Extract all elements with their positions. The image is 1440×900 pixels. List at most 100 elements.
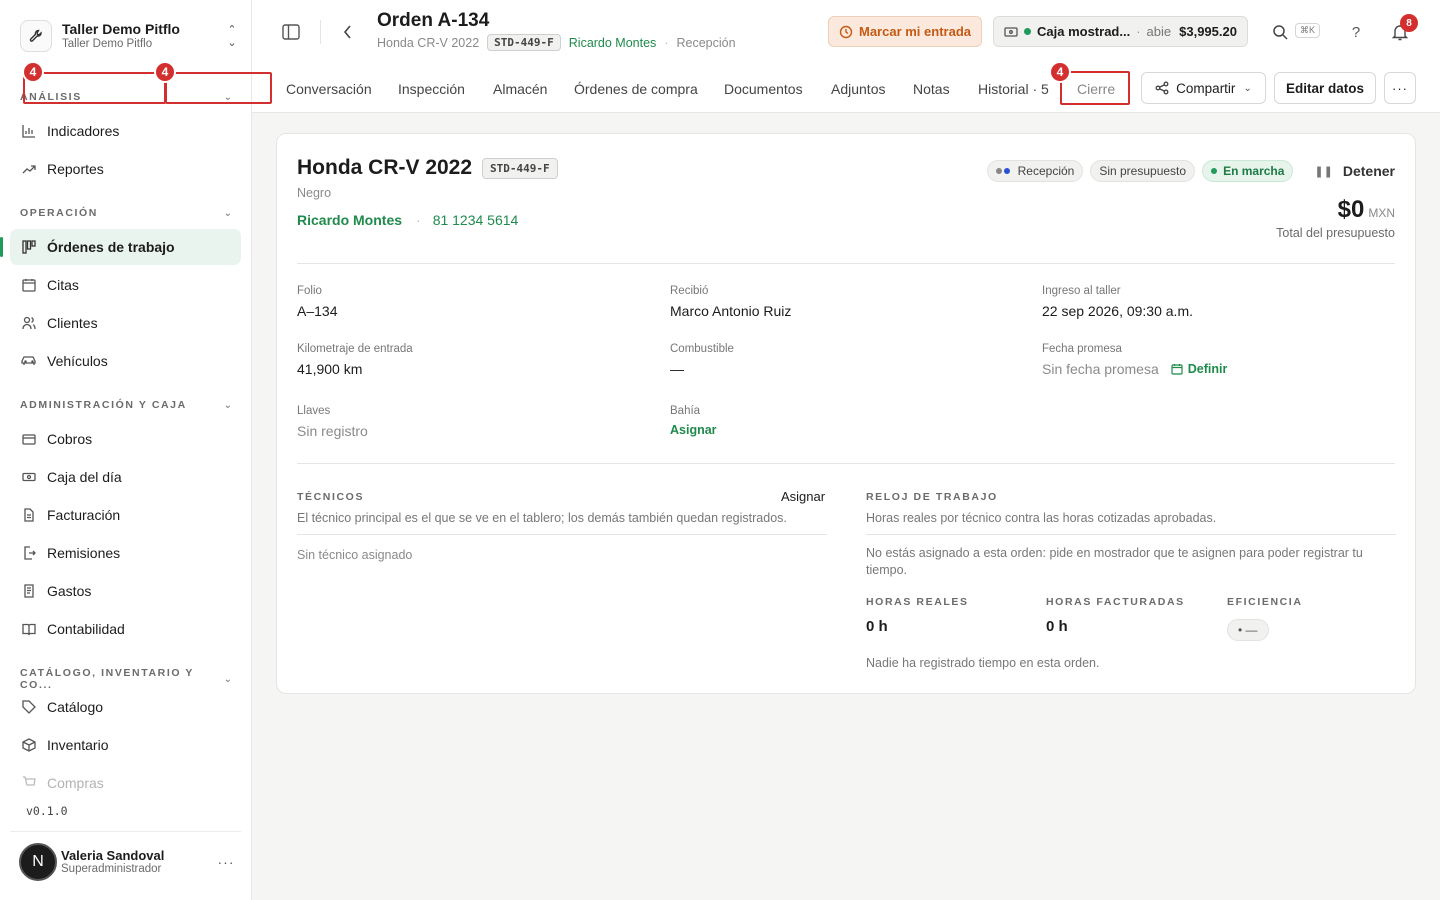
field-bahia: Bahía Asignar (670, 405, 717, 437)
kanban-icon (20, 238, 38, 256)
divider (297, 263, 1395, 264)
field-label: Combustible (670, 343, 734, 355)
clock-icon (839, 25, 853, 38)
chevron-down-icon: ⌄ (223, 207, 232, 219)
share-label: Compartir (1176, 80, 1236, 96)
phone-link[interactable]: 81 1234 5614 (433, 212, 519, 228)
budget-pill: Sin presupuesto (1090, 160, 1196, 182)
field-label: Recibió (670, 285, 709, 297)
sidebar-item-contabilidad[interactable]: Contabilidad (10, 611, 241, 647)
technicians-description: El técnico principal es el que se ve en … (297, 511, 787, 525)
vehicle-color: Negro (297, 186, 332, 200)
tab-cierre[interactable]: Cierre (1077, 81, 1115, 97)
annotation-marker: 4 (1049, 61, 1071, 83)
order-subline: Honda CR-V 2022 STD-449-F Ricardo Montes… (377, 34, 736, 51)
tab-inspeccion[interactable]: Inspección (398, 81, 465, 97)
sidebar-item-catalogo[interactable]: Catálogo (10, 689, 241, 725)
field-value: Marco Antonio Ruiz (670, 303, 792, 319)
back-chevron-icon[interactable] (338, 22, 358, 42)
customer-link[interactable]: Ricardo Montes (297, 212, 402, 228)
sidebar-item-citas[interactable]: Citas (10, 267, 241, 303)
real-hours-label: Horas reales (866, 596, 969, 608)
tab-conversacion[interactable]: Conversación (286, 81, 372, 97)
sidebar-item-facturacion[interactable]: Facturación (10, 497, 241, 533)
field-fecha-promesa: Fecha promesa Sin fecha promesa Definir (1042, 343, 1227, 377)
user-role: Superadministrador (61, 863, 162, 875)
work-clock-heading: Reloj de trabajo (866, 491, 998, 503)
sidebar-item-inventario[interactable]: Inventario (10, 727, 241, 763)
wrench-icon (20, 20, 52, 52)
tab-notas[interactable]: Notas (913, 81, 950, 97)
checkin-button[interactable]: Marcar mi entrada (828, 16, 982, 47)
section-administracion[interactable]: Administración y caja ⌄ (20, 399, 232, 411)
work-clock-footer: Nadie ha registrado tiempo en esta orden… (866, 656, 1100, 670)
dot-icon (1003, 168, 1010, 174)
chevron-down-icon: ⌄ (223, 399, 232, 411)
technicians-heading: Técnicos (297, 491, 365, 503)
customer-link[interactable]: Ricardo Montes (569, 36, 657, 50)
share-button[interactable]: Compartir ⌄ (1141, 72, 1266, 104)
workspace-switcher[interactable]: Taller Demo Pitflo Taller Demo Pitflo ⌃ ⌄ (20, 16, 242, 56)
tab-adjuntos[interactable]: Adjuntos (831, 81, 885, 97)
sidebar-item-vehiculos[interactable]: Vehículos (10, 343, 241, 379)
field-combustible: Combustible — (670, 343, 734, 377)
section-catalogo[interactable]: Catálogo, inventario y co... ⌄ (20, 667, 232, 691)
sidebar-item-label: Órdenes de trabajo (47, 239, 175, 255)
vehicle-title: Honda CR-V 2022 (297, 156, 473, 179)
stage-pill-label: Recepción (1017, 164, 1075, 178)
workspace-name: Taller Demo Pitflo (62, 21, 180, 37)
share-icon (1155, 81, 1169, 95)
section-operacion[interactable]: Operación ⌄ (20, 207, 232, 219)
search-icon[interactable] (1270, 22, 1290, 42)
sidebar-item-remisiones[interactable]: Remisiones (10, 535, 241, 571)
sidebar-item-indicadores[interactable]: Indicadores (10, 113, 241, 149)
sidebar-item-caja[interactable]: Caja del día (10, 459, 241, 495)
tab-almacen[interactable]: Almacén (493, 81, 547, 97)
field-value: — (670, 361, 684, 377)
help-icon[interactable]: ? (1346, 22, 1366, 42)
sidebar-item-label: Remisiones (47, 545, 121, 561)
section-label: Análisis (20, 91, 82, 103)
sidebar-item-cobros[interactable]: Cobros (10, 421, 241, 457)
tab-documentos[interactable]: Documentos (724, 81, 803, 97)
divider (297, 534, 827, 535)
tab-ordenes-compra[interactable]: Órdenes de compra (574, 81, 698, 97)
more-actions-button[interactable]: ··· (1384, 72, 1416, 104)
register-amount: $3,995.20 (1179, 24, 1237, 39)
register-name: Caja mostrad... (1037, 24, 1131, 39)
page-title: Orden A-134 (377, 10, 490, 31)
sidebar: Taller Demo Pitflo Taller Demo Pitflo ⌃ ⌄… (0, 0, 252, 900)
define-date-button[interactable]: Definir (1171, 362, 1227, 376)
sidebar-item-gastos[interactable]: Gastos (10, 573, 241, 609)
section-analisis[interactable]: Análisis ⌄ (20, 91, 232, 103)
sidebar-item-label: Citas (47, 277, 79, 293)
sidebar-item-label: Caja del día (47, 469, 122, 485)
sidebar-item-compras[interactable]: Compras (10, 765, 241, 801)
wallet-icon (20, 430, 38, 448)
sidebar-toggle-icon[interactable] (280, 22, 302, 42)
tab-historial[interactable]: Historial · 5 (978, 81, 1049, 97)
book-icon (20, 620, 38, 638)
stop-button[interactable]: ❚❚ Detener (1314, 163, 1395, 179)
sidebar-item-clientes[interactable]: Clientes (10, 305, 241, 341)
divider (297, 463, 1395, 464)
user-menu[interactable]: N Valeria Sandoval Superadministrador ··… (10, 831, 241, 891)
more-icon[interactable]: ··· (211, 854, 241, 870)
field-folio: Folio A–134 (297, 285, 337, 319)
field-label: Kilometraje de entrada (297, 343, 413, 355)
edit-data-button[interactable]: Editar datos (1274, 72, 1376, 104)
separator-dot: · (416, 212, 421, 228)
assign-bay-link[interactable]: Asignar (670, 423, 717, 437)
sidebar-item-reportes[interactable]: Reportes (10, 151, 241, 187)
cash-register-button[interactable]: Caja mostrad... · abie $3,995.20 (993, 16, 1248, 47)
sidebar-item-label: Facturación (47, 507, 121, 523)
sidebar-item-ordenes[interactable]: Órdenes de trabajo (0, 229, 241, 265)
sidebar-item-label: Catálogo (47, 699, 104, 715)
box-icon (20, 736, 38, 754)
search-shortcut: ⌘K (1295, 23, 1321, 38)
total-amount: $0 (1337, 196, 1365, 223)
assign-technician-button[interactable]: Asignar (781, 489, 825, 504)
stage-label: Recepción (676, 35, 736, 50)
field-value: 22 sep 2026, 09:30 a.m. (1042, 303, 1193, 319)
chevron-down-icon: ⌄ (223, 91, 232, 103)
